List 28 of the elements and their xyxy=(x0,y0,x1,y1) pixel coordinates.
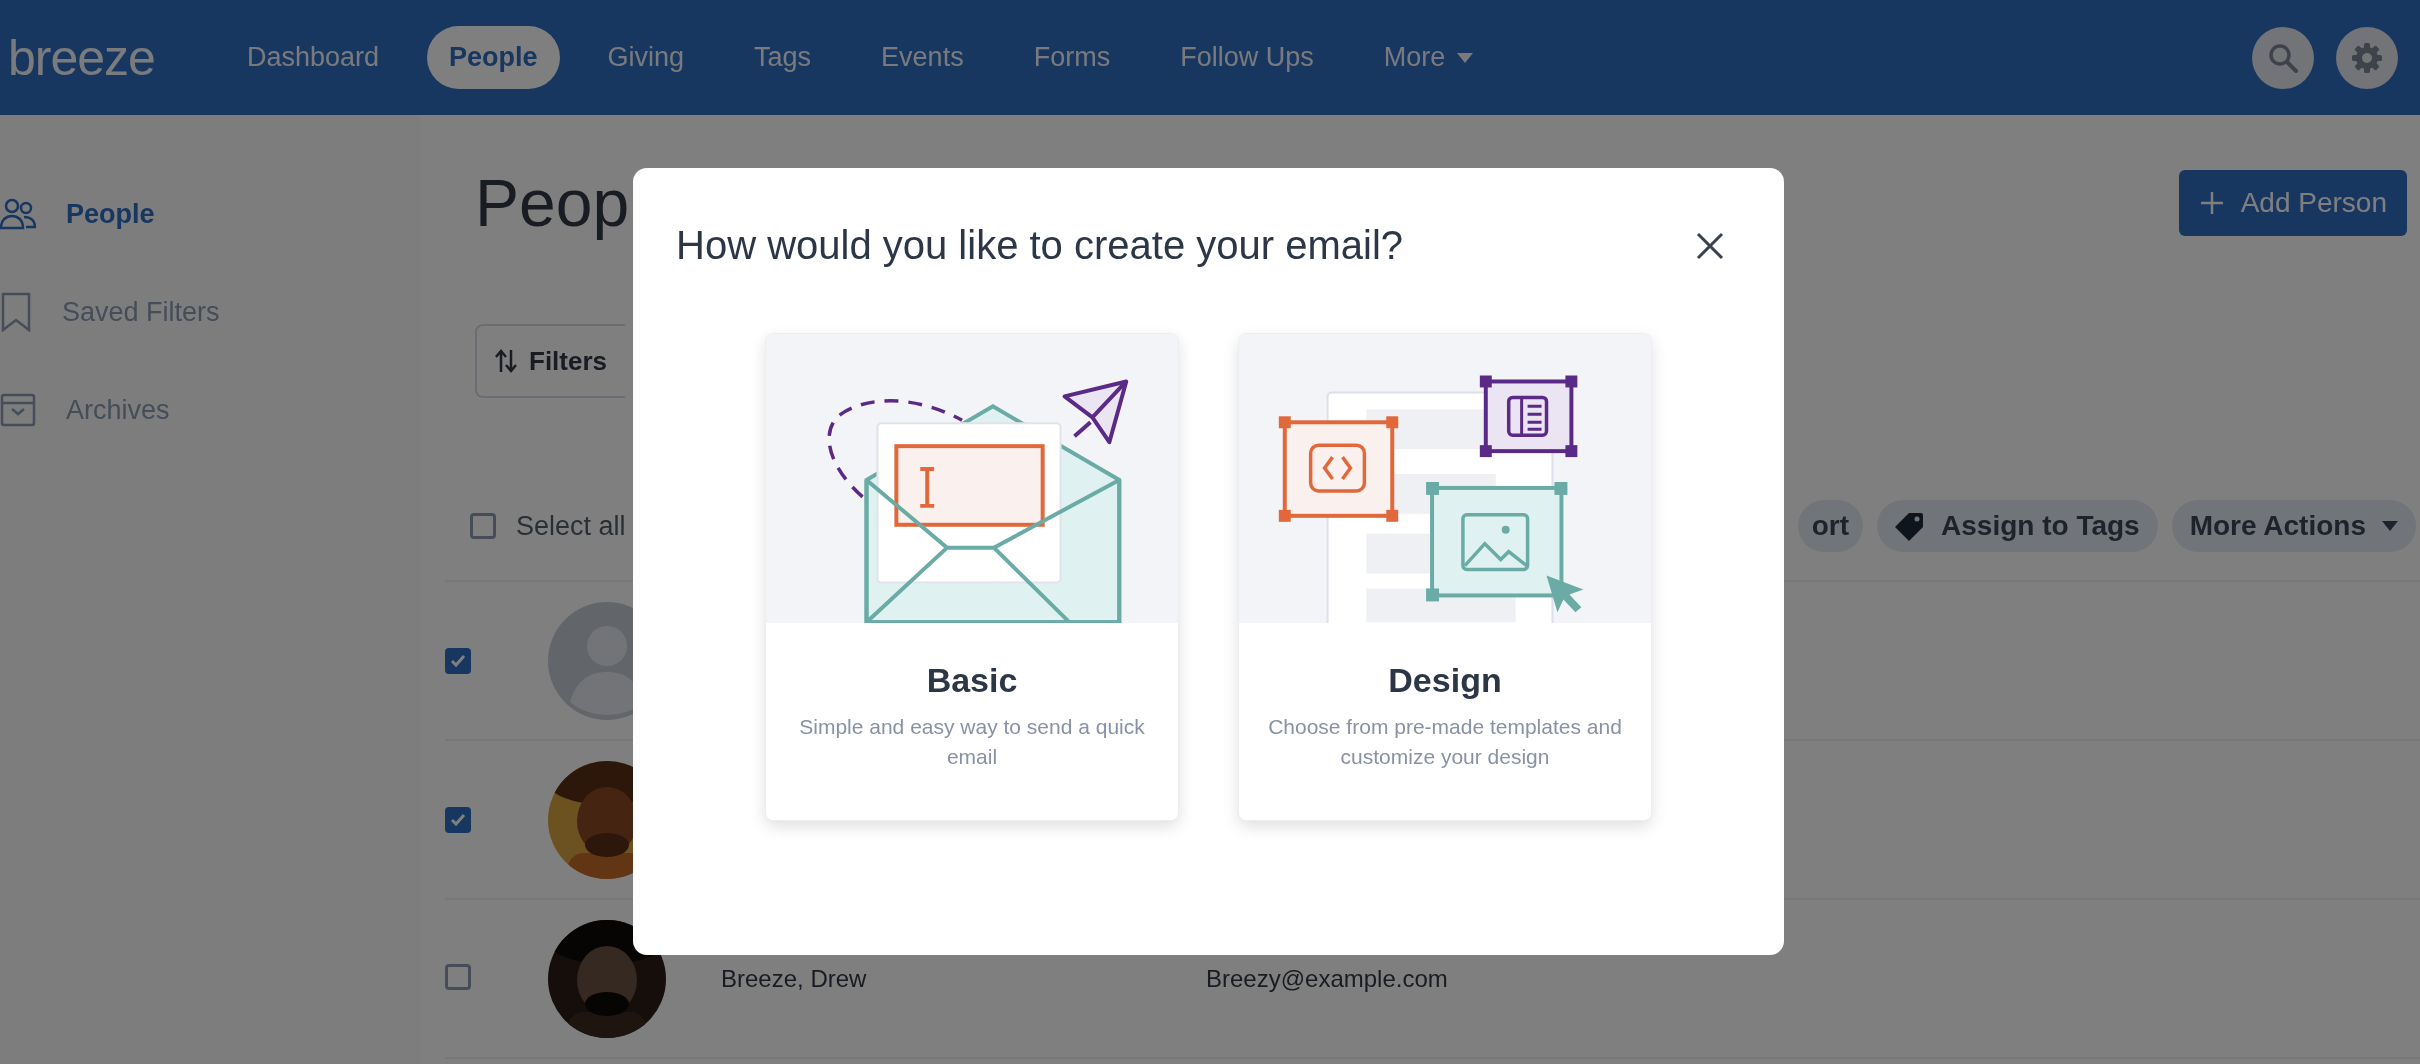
select-all-label: Select all xyxy=(516,510,626,542)
option-title: Basic xyxy=(925,661,1019,700)
option-card[interactable]: Basic Simple and easy way to send a quick email xyxy=(765,333,1179,821)
person-email: Breezy@example.com xyxy=(1206,964,1448,993)
sidebar-item[interactable]: Saved Filters xyxy=(0,281,420,343)
add-person-button[interactable]: Add Person xyxy=(2178,170,2407,236)
sidebar-item[interactable]: People xyxy=(0,183,420,245)
modal-title: How would you like to create your email? xyxy=(676,223,1403,268)
nav-tab[interactable]: Follow Ups xyxy=(1158,26,1336,89)
person-name[interactable]: Breeze, Drew xyxy=(721,964,1206,993)
sidebar-item[interactable]: Archives xyxy=(0,379,420,441)
nav-tab[interactable]: Forms xyxy=(1011,26,1133,89)
option-description: Choose from pre-made templates and customize your design xyxy=(1267,714,1623,770)
action-button[interactable]: More Actions xyxy=(2171,500,2416,552)
nav-tab[interactable]: More xyxy=(1361,26,1496,89)
page-title: Peop xyxy=(475,165,630,241)
action-button[interactable]: ort xyxy=(1797,500,1864,552)
filters-button[interactable]: Filters xyxy=(475,324,625,398)
nav-tab[interactable]: Giving xyxy=(585,26,707,89)
option-title: Design xyxy=(1387,661,1503,700)
option-card[interactable]: Design Choose from pre-made templates and customize your design xyxy=(1238,333,1652,821)
action-button[interactable]: Assign to Tags xyxy=(1877,500,2158,552)
nav-tab[interactable]: Dashboard xyxy=(224,26,401,89)
nav-tab[interactable]: Events xyxy=(859,26,986,89)
nav-tab[interactable]: Tags xyxy=(732,26,834,89)
logo[interactable]: breeze xyxy=(8,28,155,87)
option-description: Simple and easy way to send a quick email xyxy=(798,714,1146,770)
nav-tab[interactable]: People xyxy=(427,26,560,89)
